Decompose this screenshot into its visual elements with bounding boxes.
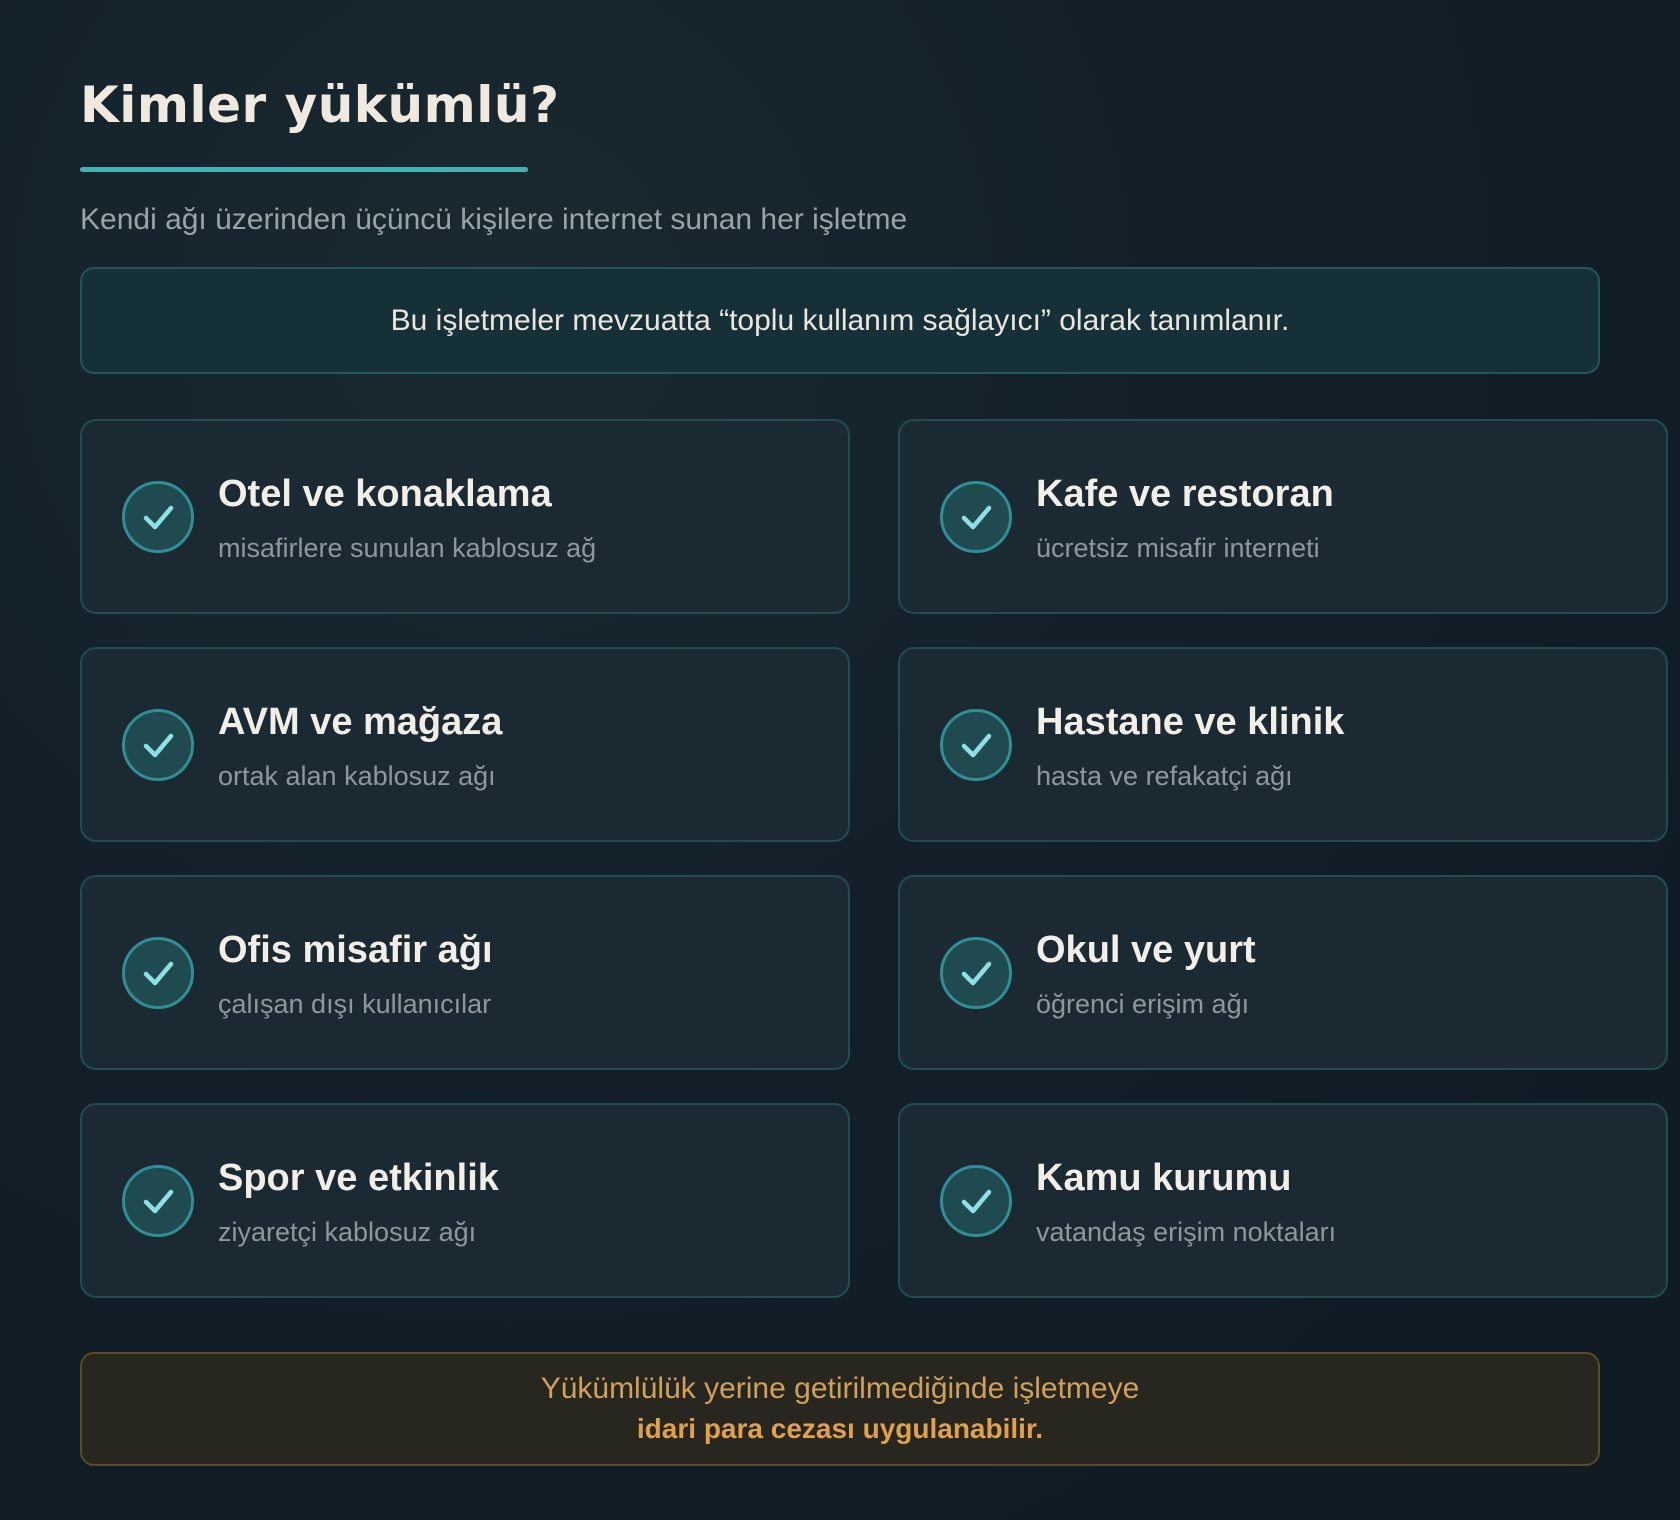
page-subtitle: Kendi ağı üzerinden üçüncü kişilere inte… [80, 203, 908, 236]
penalty-warning-text: Yükümlülük yerine getirilmediğinde işlet… [540, 1372, 1140, 1405]
penalty-warning-emphasis: idari para cezası uygulanabilir. [636, 1413, 1044, 1444]
card-title: AVM ve mağaza [218, 701, 503, 743]
card-title: Okul ve yurt [1036, 929, 1256, 971]
check-circle-icon [940, 937, 1012, 1009]
card-kamu: Kamu kurumu vatandaş erişim noktaları [898, 1103, 1668, 1298]
card-kafe: Kafe ve restoran ücretsiz misafir intern… [898, 419, 1668, 614]
card-subtitle: ortak alan kablosuz ağı [218, 761, 496, 791]
card-title: Hastane ve klinik [1036, 701, 1345, 743]
card-subtitle: misafirlere sunulan kablosuz ağ [218, 533, 597, 563]
card-title: Spor ve etkinlik [218, 1157, 499, 1199]
check-circle-icon [122, 937, 194, 1009]
card-subtitle: öğrenci erişim ağı [1036, 989, 1250, 1019]
check-circle-icon [122, 481, 194, 553]
check-circle-icon [940, 481, 1012, 553]
info-banner: Bu işletmeler mevzuatta “toplu kullanım … [80, 267, 1600, 374]
card-subtitle: vatandaş erişim noktaları [1036, 1217, 1337, 1247]
card-subtitle: ziyaretçi kablosuz ağı [218, 1217, 477, 1247]
card-ofis: Ofis misafir ağı çalışan dışı kullanıcıl… [80, 875, 850, 1070]
check-circle-icon [122, 1165, 194, 1237]
card-spor: Spor ve etkinlik ziyaretçi kablosuz ağı [80, 1103, 850, 1298]
card-subtitle: ücretsiz misafir interneti [1036, 533, 1320, 563]
info-banner-text: Bu işletmeler mevzuatta “toplu kullanım … [390, 303, 1290, 337]
check-circle-icon [940, 1165, 1012, 1237]
card-title: Otel ve konaklama [218, 473, 552, 515]
card-avm: AVM ve mağaza ortak alan kablosuz ağı [80, 647, 850, 842]
card-title: Kamu kurumu [1036, 1157, 1292, 1199]
title-underline [80, 167, 528, 172]
penalty-warning: Yükümlülük yerine getirilmediğinde işlet… [80, 1352, 1600, 1466]
card-title: Ofis misafir ağı [218, 929, 493, 971]
card-subtitle: hasta ve refakatçi ağı [1036, 761, 1293, 791]
card-title: Kafe ve restoran [1036, 473, 1334, 515]
check-circle-icon [122, 709, 194, 781]
card-hastane: Hastane ve klinik hasta ve refakatçi ağı [898, 647, 1668, 842]
page-container: Kimler yükümlü? Kendi ağı üzerinden üçün… [80, 70, 1668, 1466]
card-okul: Okul ve yurt öğrenci erişim ağı [898, 875, 1668, 1070]
page-title: Kimler yükümlü? [80, 76, 560, 134]
card-otel: Otel ve konaklama misafirlere sunulan ka… [80, 419, 850, 614]
card-subtitle: çalışan dışı kullanıcılar [218, 989, 492, 1019]
check-circle-icon [940, 709, 1012, 781]
